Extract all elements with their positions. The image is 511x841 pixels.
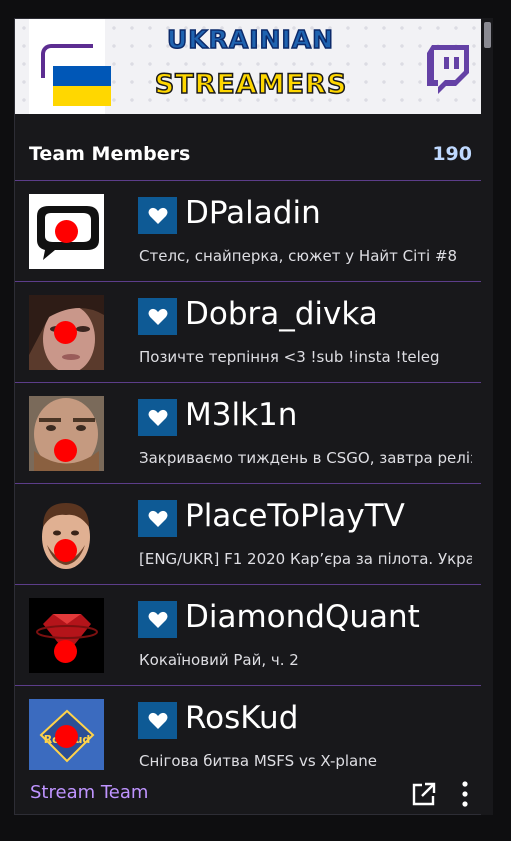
heart-icon: [148, 611, 167, 628]
member-name[interactable]: RosKud: [185, 700, 298, 736]
heart-button[interactable]: [138, 702, 177, 739]
member-name[interactable]: DiamondQuant: [185, 599, 420, 635]
team-members-count: 190: [432, 143, 472, 165]
member-status: [ENG/UKR] F1 2020 Кар’єра за пілота. Укр…: [139, 550, 472, 568]
team-logo[interactable]: [29, 19, 111, 114]
member-name[interactable]: PlaceToPlayTV: [185, 498, 405, 534]
heart-button[interactable]: [138, 197, 177, 234]
team-banner: UKRAINIAN STREAMERS: [15, 19, 483, 114]
member-status: Кокаїновий Рай, ч. 2: [139, 651, 299, 669]
stream-team-panel: UKRAINIAN STREAMERS Team Members 190 DPa…: [14, 18, 492, 815]
member-name[interactable]: DPaladin: [185, 195, 321, 231]
member-status: Стелс, снайперка, сюжет у Найт Сіті #8: [139, 247, 458, 265]
twitch-logo-icon: [427, 45, 469, 94]
team-members-label: Team Members: [29, 143, 191, 165]
member-status: Позичте терпіння <3 !sub !insta !teleg: [139, 348, 440, 366]
heart-button[interactable]: [138, 399, 177, 436]
member-name[interactable]: Dobra_divka: [185, 296, 378, 332]
member-name[interactable]: M3lk1n: [185, 397, 297, 433]
member-row[interactable]: DPaladin Стелс, снайперка, сюжет у Найт …: [15, 181, 482, 282]
member-status: Снігова битва MSFS vs X-plane: [139, 752, 377, 770]
marker-dot: [54, 439, 77, 462]
member-row[interactable]: M3lk1n Закриваємо тиждень в CSGO, завтра…: [15, 383, 482, 484]
heart-icon: [148, 308, 167, 325]
member-status: Закриваємо тиждень в CSGO, завтра реліз: [139, 449, 472, 467]
marker-dot: [55, 220, 78, 243]
marker-dot: [54, 640, 77, 663]
marker-dot: [54, 321, 77, 344]
banner-title-line1: UKRAINIAN: [166, 24, 335, 55]
member-row[interactable]: Dobra_divka Позичте терпіння <3 !sub !in…: [15, 282, 482, 383]
heart-button[interactable]: [138, 601, 177, 638]
member-row[interactable]: DiamondQuant Кокаїновий Рай, ч. 2: [15, 585, 482, 686]
ukraine-flag-icon: [53, 66, 111, 106]
marker-dot: [55, 725, 78, 748]
heart-icon: [148, 207, 167, 224]
heart-icon: [148, 712, 167, 729]
stream-team-link[interactable]: Stream Team: [30, 782, 148, 803]
scrollbar[interactable]: [481, 18, 493, 815]
heart-button[interactable]: [138, 298, 177, 335]
popout-icon[interactable]: [411, 781, 437, 807]
more-vertical-icon[interactable]: [457, 780, 473, 808]
banner-title-line2: STREAMERS: [154, 68, 348, 101]
team-members-header: Team Members 190: [15, 127, 482, 181]
heart-icon: [148, 409, 167, 426]
marker-dot: [54, 539, 77, 562]
heart-button[interactable]: [138, 500, 177, 537]
panel-footer: Stream Team: [15, 770, 491, 814]
heart-icon: [148, 510, 167, 527]
member-row[interactable]: PlaceToPlayTV [ENG/UKR] F1 2020 Кар’єра …: [15, 484, 482, 585]
scrollbar-thumb[interactable]: [484, 22, 491, 48]
